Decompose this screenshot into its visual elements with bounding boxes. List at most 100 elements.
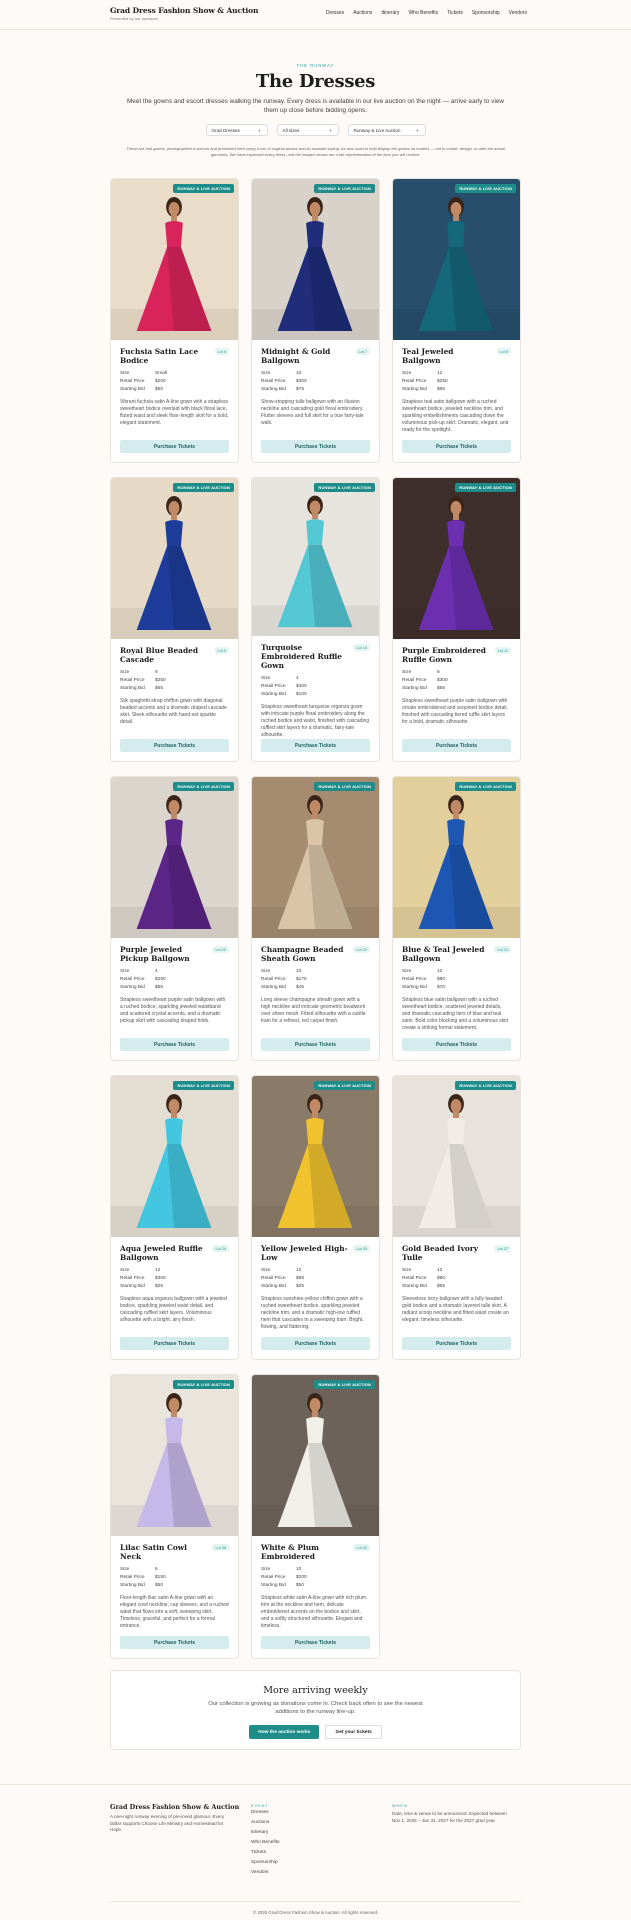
- get-tickets-button[interactable]: Get your tickets: [325, 1725, 382, 1739]
- dress-description: Show-stopping tulle ballgown with an ill…: [261, 399, 364, 426]
- retail-price-label: Retail Price: [261, 379, 286, 384]
- purchase-tickets-button[interactable]: Purchase Tickets: [120, 739, 229, 752]
- dress-card-teal-jeweled-ballgown[interactable]: RUNWAY & LIVE AUCTION Teal Jeweled Ballgo…: [392, 178, 521, 463]
- purchase-tickets-button[interactable]: Purchase Tickets: [120, 440, 229, 453]
- brand[interactable]: Grad Dress Fashion Show & Auction Presen…: [110, 6, 258, 21]
- starting-bid-label: Starting Bid: [120, 985, 145, 990]
- dress-title: Aqua Jeweled Ruffle Ballgown: [120, 1244, 203, 1262]
- retail-price-label: Retail Price: [402, 678, 427, 683]
- footer-link-tickets[interactable]: Tickets: [251, 1848, 392, 1858]
- size-label: Size: [402, 1268, 412, 1273]
- chevron-down-icon: ▼: [415, 127, 420, 133]
- purchase-tickets-button[interactable]: Purchase Tickets: [261, 1636, 370, 1649]
- purchase-tickets-button[interactable]: Purchase Tickets: [402, 1337, 511, 1350]
- purchase-tickets-button[interactable]: Purchase Tickets: [261, 440, 370, 453]
- dress-silhouette: [252, 197, 379, 340]
- dress-title: Purple Jeweled Pickup Ballgown: [120, 945, 190, 963]
- nav-itinerary[interactable]: Itinerary: [381, 10, 399, 16]
- more-description: Our collection is growing as donations c…: [208, 1701, 423, 1715]
- purchase-tickets-button[interactable]: Purchase Tickets: [120, 1636, 229, 1649]
- dress-card-lilac-satin-cowl-neck[interactable]: RUNWAY & LIVE AUCTION Lilac Satin Cowl Ne…: [110, 1374, 239, 1659]
- retail-price-value: $250: [155, 977, 166, 982]
- dress-photo[interactable]: RUNWAY & LIVE AUCTION: [393, 478, 520, 639]
- dress-card-yellow-jeweled-high-low[interactable]: RUNWAY & LIVE AUCTION Yellow Jeweled High…: [251, 1075, 380, 1360]
- dress-photo[interactable]: RUNWAY & LIVE AUCTION: [252, 179, 379, 340]
- dress-photo[interactable]: RUNWAY & LIVE AUCTION: [111, 478, 238, 639]
- size-select[interactable]: All sizes ▼: [276, 124, 339, 136]
- retail-price-label: Retail Price: [120, 379, 145, 384]
- dress-silhouette: [393, 197, 520, 340]
- lot-badge: Lot 22: [353, 946, 370, 953]
- dress-silhouette: [393, 496, 520, 639]
- purchase-tickets-button[interactable]: Purchase Tickets: [261, 1337, 370, 1350]
- dress-photo[interactable]: RUNWAY & LIVE AUCTION: [393, 777, 520, 938]
- retail-price-value: $80: [437, 1276, 446, 1281]
- dress-photo[interactable]: RUNWAY & LIVE AUCTION: [252, 777, 379, 938]
- dress-photo[interactable]: RUNWAY & LIVE AUCTION: [111, 1076, 238, 1237]
- dress-card-champagne-beaded-sheath-gown[interactable]: RUNWAY & LIVE AUCTION Champagne Beaded Sh…: [251, 776, 380, 1061]
- purchase-tickets-button[interactable]: Purchase Tickets: [402, 739, 511, 752]
- footer-link-dresses[interactable]: Dresses: [251, 1808, 392, 1818]
- dress-silhouette: [393, 1094, 520, 1237]
- dress-photo[interactable]: RUNWAY & LIVE AUCTION: [393, 1076, 520, 1237]
- purchase-tickets-button[interactable]: Purchase Tickets: [261, 739, 370, 752]
- dress-card-aqua-jeweled-ruffle-ballgown[interactable]: RUNWAY & LIVE AUCTION Aqua Jeweled Ruffle…: [110, 1075, 239, 1360]
- dress-card-blue-teal-jeweled-ballgown[interactable]: RUNWAY & LIVE AUCTION Blue & Teal Jeweled…: [392, 776, 521, 1061]
- size-label: Size: [261, 371, 271, 376]
- nav-dresses[interactable]: Dresses: [326, 10, 344, 16]
- nav-who-benefits[interactable]: Who Benefits: [408, 10, 438, 16]
- dress-card-midnight-gold-ballgown[interactable]: RUNWAY & LIVE AUCTION Midnight & Gold Bal…: [251, 178, 380, 463]
- dress-photo[interactable]: RUNWAY & LIVE AUCTION: [111, 1375, 238, 1536]
- brand-title[interactable]: Grad Dress Fashion Show & Auction: [110, 6, 258, 15]
- starting-bid-value: $65: [437, 387, 446, 392]
- nav-vendors[interactable]: Vendors: [509, 10, 527, 16]
- size-label: Size: [261, 969, 271, 974]
- purchase-tickets-button[interactable]: Purchase Tickets: [402, 1038, 511, 1051]
- dress-photo[interactable]: RUNWAY & LIVE AUCTION: [111, 777, 238, 938]
- nav-tickets[interactable]: Tickets: [447, 10, 463, 16]
- category-select[interactable]: Grad Dresses ▼: [205, 124, 268, 136]
- dress-photo[interactable]: RUNWAY & LIVE AUCTION: [252, 1076, 379, 1237]
- dress-title: Royal Blue Beaded Cascade: [120, 646, 199, 664]
- auction-type-select[interactable]: Runway & Live Auction ▼: [347, 124, 426, 136]
- footer-link-itinerary[interactable]: Itinerary: [251, 1828, 392, 1838]
- dress-title: Champagne Beaded Sheath Gown: [261, 945, 344, 963]
- dress-title: Fuchsia Satin Lace Bodice: [120, 347, 199, 365]
- dress-card-purple-embroidered-ruffle-gown[interactable]: RUNWAY & LIVE AUCTION Purple Embroidered …: [392, 477, 521, 762]
- starting-bid-label: Starting Bid: [261, 692, 286, 697]
- copyright: © 2026 Grad Dress Fashion Show & Auction…: [110, 1901, 521, 1915]
- retail-price-label: Retail Price: [120, 1575, 145, 1580]
- size-label: Size: [120, 371, 130, 376]
- purchase-tickets-button[interactable]: Purchase Tickets: [120, 1038, 229, 1051]
- dress-photo[interactable]: RUNWAY & LIVE AUCTION: [111, 179, 238, 340]
- purchase-tickets-button[interactable]: Purchase Tickets: [120, 1337, 229, 1350]
- dress-card-gold-beaded-ivory-tulle[interactable]: RUNWAY & LIVE AUCTION Gold Beaded Ivory T…: [392, 1075, 521, 1360]
- nav-sponsorship[interactable]: Sponsorship: [472, 10, 500, 16]
- dress-card-royal-blue-beaded-cascade[interactable]: RUNWAY & LIVE AUCTION Royal Blue Beaded C…: [110, 477, 239, 762]
- dress-grid: RUNWAY & LIVE AUCTION Fuchsia Satin Lace …: [110, 178, 521, 1659]
- auction-type-select-value: Runway & Live Auction: [353, 127, 401, 133]
- dress-card-purple-jeweled-pickup-ballgown[interactable]: RUNWAY & LIVE AUCTION Purple Jeweled Pick…: [110, 776, 239, 1061]
- dress-card-fuchsia-satin-lace-bodice[interactable]: RUNWAY & LIVE AUCTION Fuchsia Satin Lace …: [110, 178, 239, 463]
- footer-link-sponsorship[interactable]: Sponsorship: [251, 1858, 392, 1868]
- footer-link-auctions[interactable]: Auctions: [251, 1818, 392, 1828]
- size-label: Size: [120, 1567, 130, 1572]
- footer-description: A one-night runway evening of pre-loved …: [110, 1814, 225, 1832]
- retail-price-label: Retail Price: [120, 678, 145, 683]
- footer-link-vendors[interactable]: Vendors: [251, 1868, 392, 1878]
- lot-badge: Lot 9: [214, 647, 229, 654]
- retail-price-value: $200: [155, 379, 166, 384]
- nav-auctions[interactable]: Auctions: [353, 10, 372, 16]
- dress-title: Purple Embroidered Ruffle Gown: [402, 646, 486, 664]
- dress-card-white-plum-embroidered[interactable]: RUNWAY & LIVE AUCTION White & Plum Embroi…: [251, 1374, 380, 1659]
- how-auction-works-button[interactable]: How the auction works: [249, 1725, 320, 1739]
- dress-photo[interactable]: RUNWAY & LIVE AUCTION: [393, 179, 520, 340]
- footer-link-who-benefits[interactable]: Who Benefits: [251, 1838, 392, 1848]
- dress-photo[interactable]: RUNWAY & LIVE AUCTION: [252, 478, 379, 636]
- purchase-tickets-button[interactable]: Purchase Tickets: [402, 440, 511, 453]
- retail-price-label: Retail Price: [402, 977, 427, 982]
- dress-card-turquoise-embroidered-ruffle-gown[interactable]: RUNWAY & LIVE AUCTION Turquoise Embroider…: [251, 477, 380, 762]
- dress-photo[interactable]: RUNWAY & LIVE AUCTION: [252, 1375, 379, 1536]
- purchase-tickets-button[interactable]: Purchase Tickets: [261, 1038, 370, 1051]
- retail-price-value: $300: [155, 1276, 166, 1281]
